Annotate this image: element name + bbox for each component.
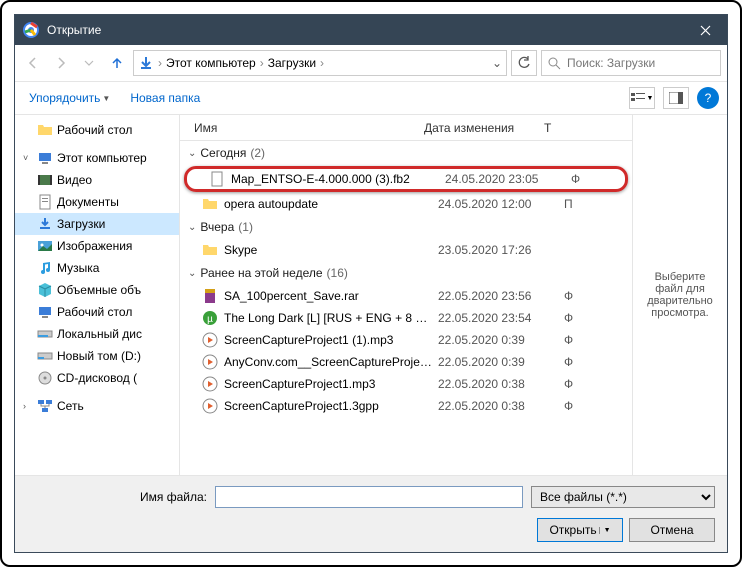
window-title: Открытие	[47, 23, 685, 37]
column-type[interactable]: Т	[544, 121, 632, 135]
sidebar-item-documents[interactable]: Документы	[15, 191, 179, 213]
folder-icon	[202, 242, 218, 258]
chrome-icon	[23, 22, 39, 38]
chevron-down-icon: ⌄	[188, 222, 196, 233]
music-icon	[37, 260, 53, 276]
media-icon	[202, 398, 218, 414]
file-row[interactable]: ScreenCaptureProject1 (1).mp322.05.2020 …	[180, 329, 632, 351]
chevron-right-icon: ›	[320, 56, 324, 70]
chevron-down-icon: ⌄	[188, 268, 196, 279]
back-button[interactable]	[21, 51, 45, 75]
pc-icon	[37, 150, 53, 166]
group-header[interactable]: ⌄Сегодня (2)	[180, 141, 632, 165]
preview-pane-button[interactable]	[663, 87, 689, 109]
sidebar-item-volume-d[interactable]: Новый том (D:)	[15, 345, 179, 367]
media-icon	[202, 354, 218, 370]
forward-button[interactable]	[49, 51, 73, 75]
file-row[interactable]: SA_100percent_Save.rar22.05.2020 23:56Ф	[180, 285, 632, 307]
folder-icon	[202, 196, 218, 212]
preview-text: Выберите файл для дварительно просмотра.	[641, 271, 719, 319]
file-icon	[209, 171, 225, 187]
organize-button[interactable]: Упорядочить ▼	[23, 87, 116, 109]
breadcrumb-root[interactable]: Этот компьютер	[166, 56, 256, 70]
file-row[interactable]: ScreenCaptureProject1.3gpp22.05.2020 0:3…	[180, 395, 632, 417]
sidebar-item-3d[interactable]: Объемные объ	[15, 279, 179, 301]
desktop-icon	[37, 304, 53, 320]
doc-icon	[37, 194, 53, 210]
refresh-button[interactable]	[511, 50, 537, 76]
svg-text:µ: µ	[207, 314, 213, 325]
sidebar-item-network[interactable]: ›Сеть	[15, 395, 179, 417]
filename-input[interactable]	[215, 486, 523, 508]
sidebar-item-video[interactable]: Видео	[15, 169, 179, 191]
dropdown-icon[interactable]: ⌄	[492, 56, 502, 70]
network-icon	[37, 398, 53, 414]
up-button[interactable]	[105, 51, 129, 75]
titlebar: Открытие	[15, 15, 727, 45]
file-row[interactable]: ScreenCaptureProject1.mp322.05.2020 0:38…	[180, 373, 632, 395]
preview-pane: Выберите файл для дварительно просмотра.	[632, 115, 727, 475]
column-name[interactable]: Имя	[194, 121, 424, 135]
chevron-down-icon: ⌄	[188, 148, 196, 159]
recent-button[interactable]	[77, 51, 101, 75]
file-list: Имя Дата изменения Т ⌄Сегодня (2) Map_EN…	[180, 115, 632, 475]
sidebar-item-desktop[interactable]: Рабочий стол	[15, 119, 179, 141]
address-bar[interactable]: › Этот компьютер › Загрузки › ⌄	[133, 50, 507, 76]
file-row[interactable]: opera autoupdate24.05.2020 12:00П	[180, 193, 632, 215]
cd-icon	[37, 370, 53, 386]
sidebar-item-images[interactable]: Изображения	[15, 235, 179, 257]
open-dialog: Открытие › Этот компьютер › Загрузки › ⌄…	[14, 14, 728, 553]
rar-icon	[202, 288, 218, 304]
file-row[interactable]: µThe Long Dark [L] [RUS + ENG + 8 ENG] (…	[180, 307, 632, 329]
disk-icon	[37, 348, 53, 364]
filename-label: Имя файла:	[27, 490, 207, 504]
disk-icon	[37, 326, 53, 342]
download-arrow-icon	[138, 55, 154, 71]
sidebar: Рабочий стол ˅Этот компьютер Видео Докум…	[15, 115, 180, 475]
view-mode-button[interactable]: ▼	[629, 87, 655, 109]
navbar: › Этот компьютер › Загрузки › ⌄ Поиск: З…	[15, 45, 727, 81]
column-headers: Имя Дата изменения Т	[180, 115, 632, 141]
video-icon	[37, 172, 53, 188]
file-row[interactable]: AnyConv.com__ScreenCaptureProject1...22.…	[180, 351, 632, 373]
torrent-icon: µ	[202, 310, 218, 326]
sidebar-item-cd[interactable]: CD-дисковод (	[15, 367, 179, 389]
file-row[interactable]: Map_ENTSO-E-4.000.000 (3).fb224.05.2020 …	[184, 166, 628, 192]
group-header[interactable]: ⌄Вчера (1)	[180, 215, 632, 239]
sidebar-item-music[interactable]: Музыка	[15, 257, 179, 279]
sidebar-item-pc[interactable]: ˅Этот компьютер	[15, 147, 179, 169]
media-icon	[202, 332, 218, 348]
open-button[interactable]: Открыть ▼	[537, 518, 623, 542]
search-placeholder: Поиск: Загрузки	[567, 56, 655, 70]
folder-icon	[37, 122, 53, 138]
sidebar-item-localdisk[interactable]: Локальный дис	[15, 323, 179, 345]
close-button[interactable]	[685, 16, 725, 44]
new-folder-button[interactable]: Новая папка	[124, 87, 206, 109]
download-icon	[37, 216, 53, 232]
bottom-panel: Имя файла: Все файлы (*.*) Открыть ▼ Отм…	[15, 475, 727, 552]
group-header[interactable]: ⌄Ранее на этой неделе (16)	[180, 261, 632, 285]
sidebar-item-desktop2[interactable]: Рабочий стол	[15, 301, 179, 323]
file-row[interactable]: Skype23.05.2020 17:26	[180, 239, 632, 261]
column-date[interactable]: Дата изменения	[424, 121, 544, 135]
chevron-right-icon: ›	[260, 56, 264, 70]
filetype-select[interactable]: Все файлы (*.*)	[531, 486, 715, 508]
search-input[interactable]: Поиск: Загрузки	[541, 50, 721, 76]
toolbar: Упорядочить ▼ Новая папка ▼ ?	[15, 81, 727, 115]
cancel-button[interactable]: Отмена	[629, 518, 715, 542]
cube-icon	[37, 282, 53, 298]
help-button[interactable]: ?	[697, 87, 719, 109]
sidebar-item-downloads[interactable]: Загрузки	[15, 213, 179, 235]
breadcrumb-folder[interactable]: Загрузки	[268, 56, 316, 70]
media-icon	[202, 376, 218, 392]
image-icon	[37, 238, 53, 254]
search-icon	[548, 57, 561, 70]
chevron-right-icon: ›	[158, 56, 162, 70]
